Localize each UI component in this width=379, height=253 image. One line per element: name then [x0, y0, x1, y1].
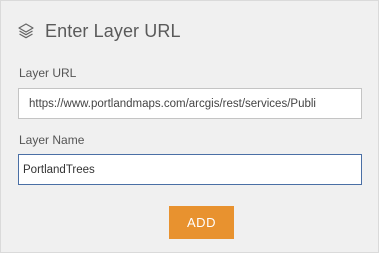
layer-url-label: Layer URL [19, 66, 77, 80]
layer-url-input[interactable] [18, 88, 362, 119]
add-button[interactable]: ADD [169, 206, 234, 239]
add-layer-panel: Enter Layer URL Layer URL Layer Name ADD [0, 0, 379, 253]
layers-icon [17, 22, 35, 40]
layer-name-label: Layer Name [19, 133, 85, 147]
panel-title: Enter Layer URL [45, 20, 181, 41]
layer-name-input[interactable] [18, 154, 362, 185]
panel-header: Enter Layer URL [17, 19, 181, 43]
